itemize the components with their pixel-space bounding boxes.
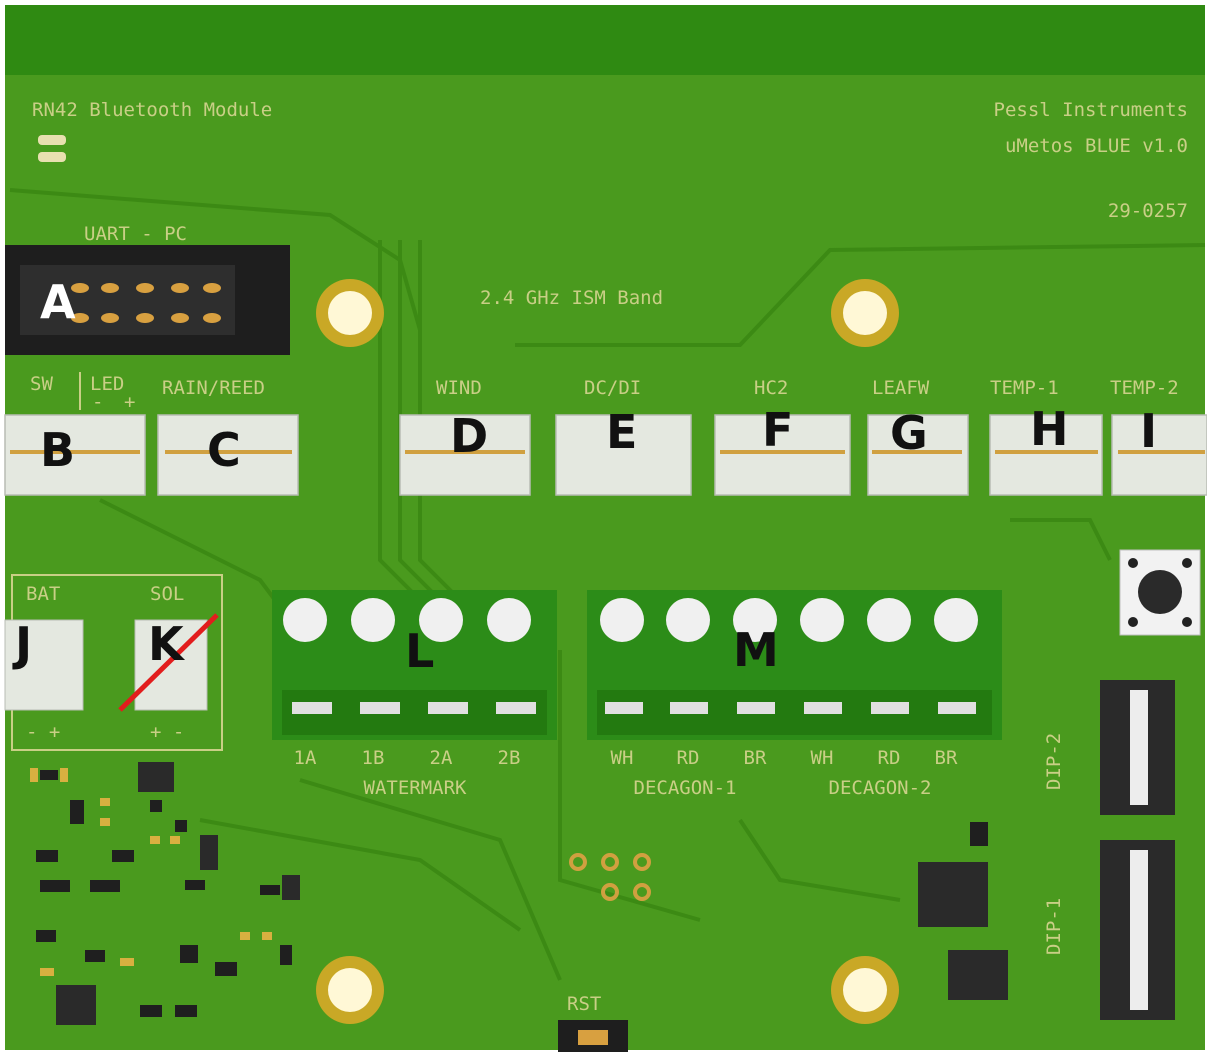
decagon-terminal: [587, 590, 1002, 740]
bat-polarity: - +: [26, 721, 60, 743]
decagon-pin-br-1: BR: [744, 747, 767, 769]
sol-label: SOL: [150, 583, 184, 605]
annotation-f: F: [762, 403, 793, 457]
temp2-label: TEMP-2: [1110, 377, 1179, 399]
dip-switch-2: [1100, 680, 1175, 815]
decagon-pin-wh-1: WH: [611, 747, 634, 769]
dip-switch-1: [1100, 840, 1175, 1020]
leafw-label: LEAFW: [872, 377, 930, 399]
maker-label: Pessl Instruments: [994, 99, 1188, 121]
decagon1-label: DECAGON-1: [634, 777, 737, 799]
module-label: RN42 Bluetooth Module: [32, 99, 272, 121]
led-plus: +: [124, 391, 135, 413]
push-button: [1119, 549, 1201, 636]
sw-label: SW: [30, 373, 53, 395]
annotation-d: D: [450, 409, 488, 463]
pcb-board-diagram: RN42 Bluetooth Module Pessl Instruments …: [4, 5, 1207, 1052]
temp1-label: TEMP-1: [990, 377, 1059, 399]
dc-label: DC/DI: [584, 377, 641, 399]
annotation-a: A: [40, 275, 76, 329]
watermark-pin-1b: 1B: [362, 747, 385, 769]
top-header-strip: [5, 5, 1205, 75]
hc2-label: HC2: [754, 377, 788, 399]
watermark-pin-1a: 1A: [294, 747, 317, 769]
rst-label: RST: [567, 993, 601, 1015]
watermark-pin-2a: 2A: [430, 747, 453, 769]
annotation-g: G: [890, 406, 928, 460]
band-label: 2.4 GHz ISM Band: [480, 287, 663, 309]
model-label: uMetos BLUE v1.0: [1005, 135, 1188, 157]
dip2-label: DIP-2: [1043, 733, 1065, 790]
annotation-i: I: [1140, 404, 1157, 458]
serial-label: 29-0257: [1108, 200, 1188, 222]
decagon-pin-rd-2: RD: [878, 747, 901, 769]
annotation-m: M: [733, 623, 779, 677]
watermark-pin-2b: 2B: [498, 747, 521, 769]
annotation-b: B: [40, 423, 75, 477]
decagon-pin-wh-2: WH: [811, 747, 834, 769]
annotation-l: L: [405, 624, 434, 678]
temp2-connector: [1111, 414, 1207, 496]
wind-label: WIND: [436, 377, 482, 399]
annotation-c: C: [207, 423, 241, 477]
decagon-pin-rd-1: RD: [677, 747, 700, 769]
uart-label: UART - PC: [84, 223, 187, 245]
watermark-label: WATERMARK: [364, 777, 468, 799]
decagon-pin-br-2: BR: [935, 747, 958, 769]
decagon2-label: DECAGON-2: [829, 777, 932, 799]
annotation-j: J: [12, 617, 32, 671]
rst-jumper-pad: [578, 1030, 608, 1045]
annotation-h: H: [1030, 402, 1069, 456]
dip1-label: DIP-1: [1043, 898, 1065, 955]
led-minus: -: [92, 391, 103, 413]
annotation-e: E: [606, 405, 637, 459]
rain-label: RAIN/REED: [162, 377, 265, 399]
bat-label: BAT: [26, 583, 60, 605]
sol-polarity: + -: [150, 721, 184, 743]
annotation-k: K: [148, 617, 186, 671]
